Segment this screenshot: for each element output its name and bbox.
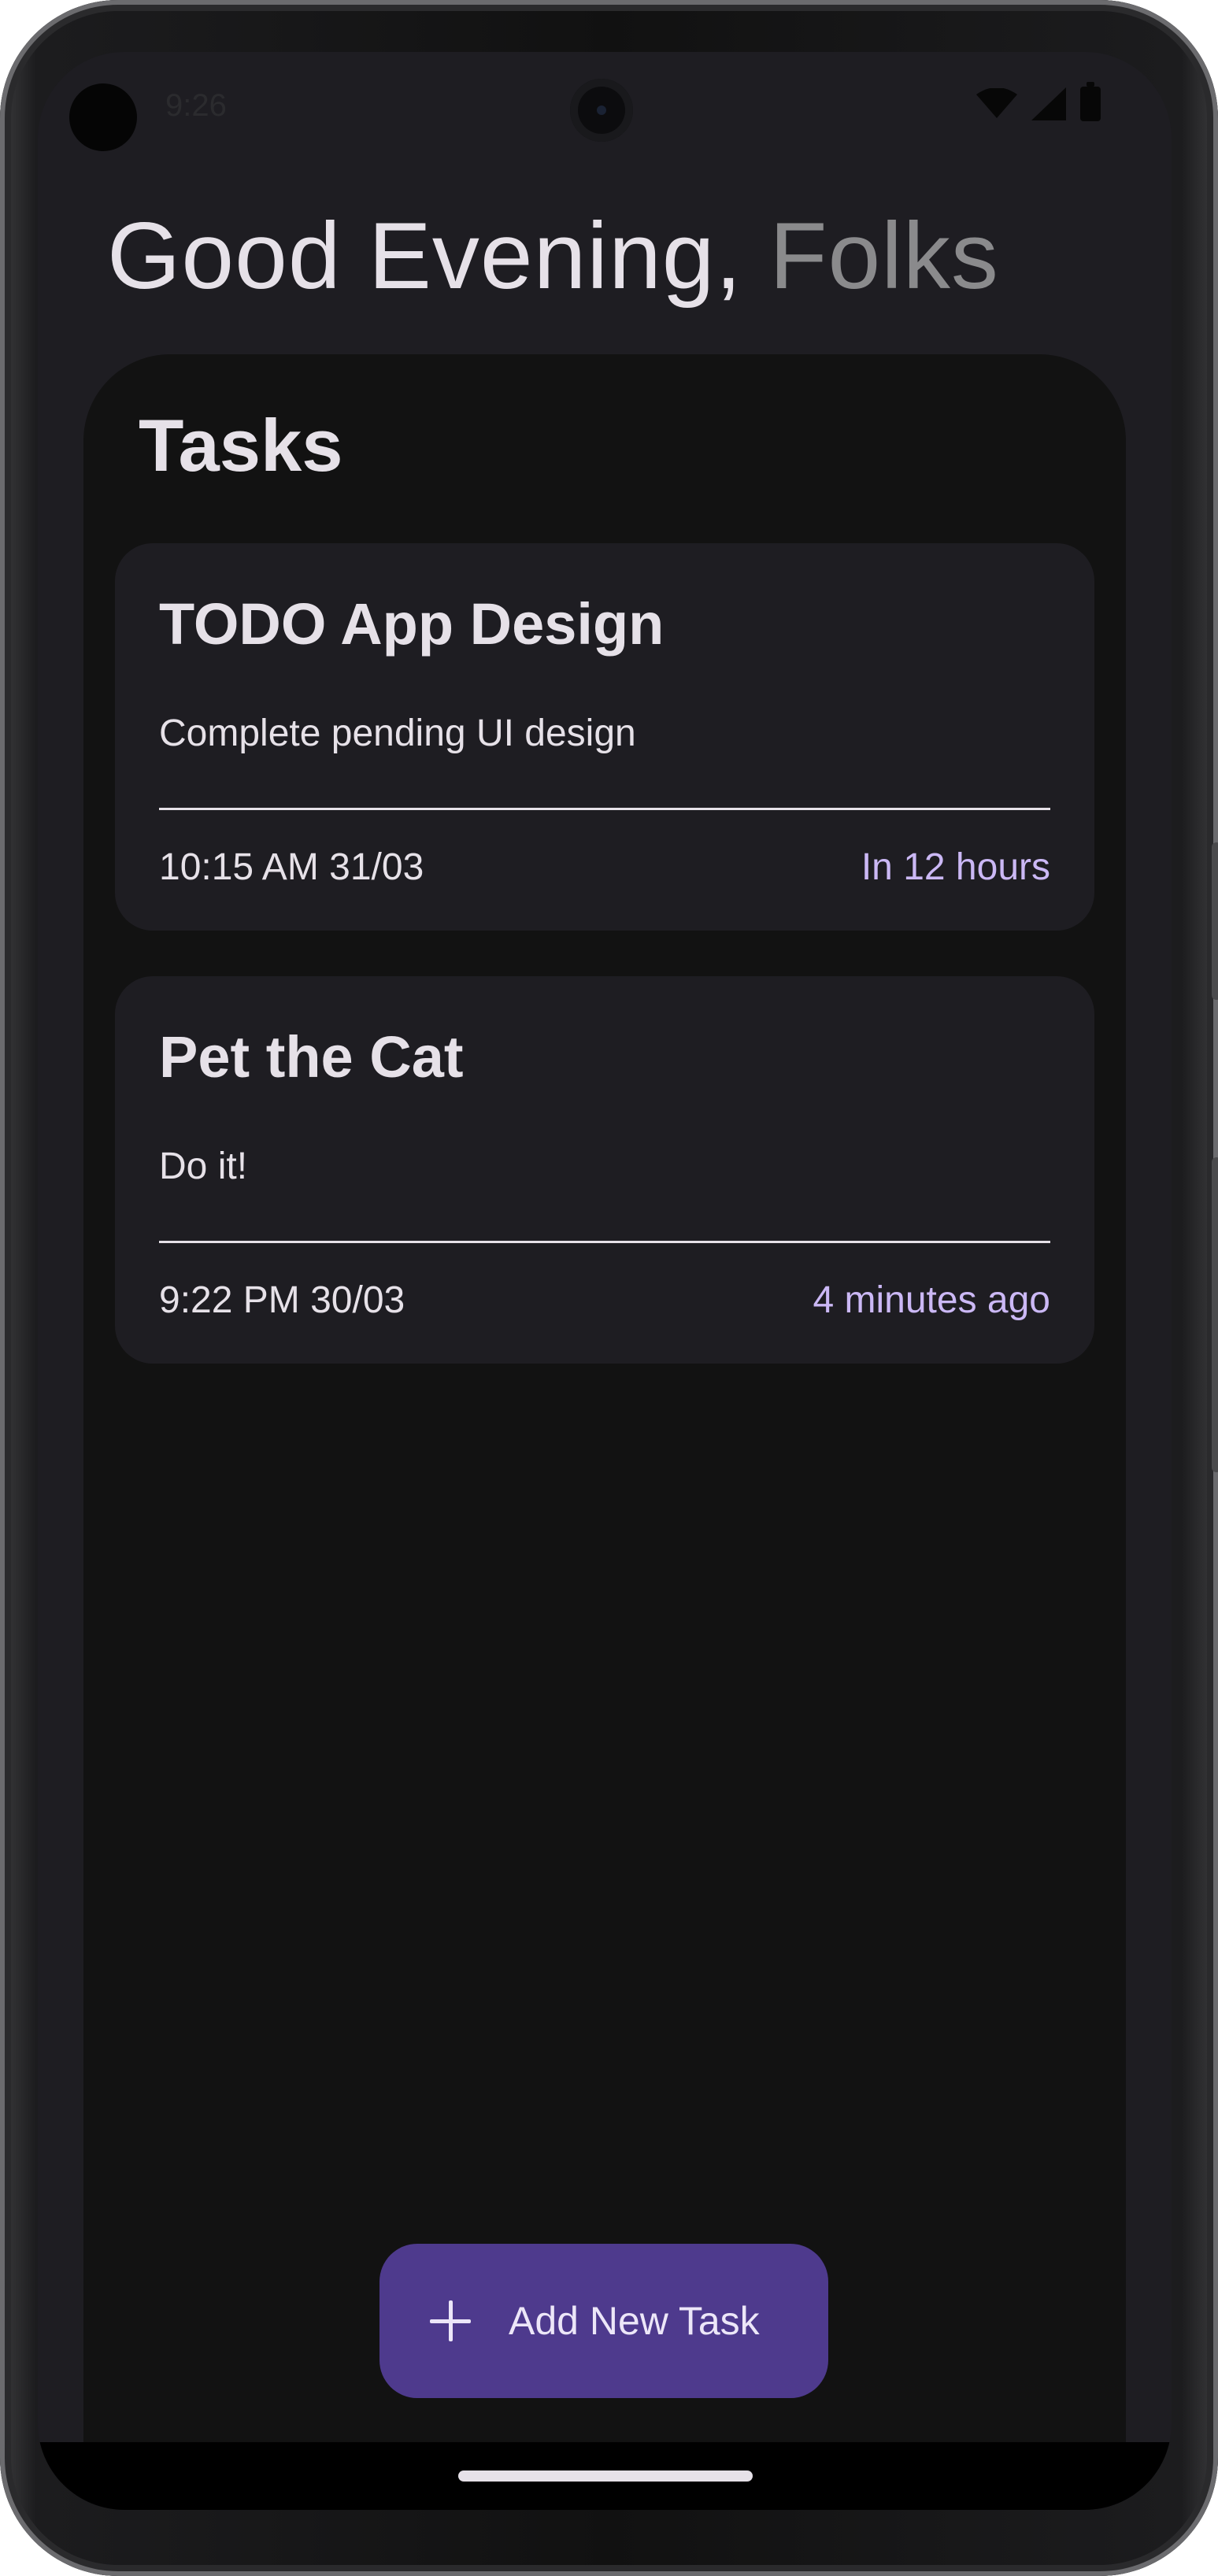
greeting-heading: Good Evening, Folks [107, 202, 999, 310]
add-new-task-label: Add New Task [509, 2299, 760, 2343]
task-divider [159, 1241, 1050, 1243]
status-indicator-icon [69, 83, 137, 151]
volume-button [1212, 842, 1218, 1000]
battery-icon [1080, 82, 1101, 121]
task-relative-time: 4 minutes ago [813, 1279, 1050, 1321]
app-screen: 9:26 Good Evening, Folks Tasks TODO App … [38, 52, 1172, 2510]
power-button [1212, 1157, 1218, 1472]
task-description: Complete pending UI design [159, 712, 636, 754]
task-card[interactable]: Pet the Cat Do it! 9:22 PM 30/03 4 minut… [115, 976, 1094, 1364]
task-datetime: 9:22 PM 30/03 [159, 1279, 405, 1321]
add-new-task-button[interactable]: Add New Task [379, 2244, 828, 2398]
phone-frame: 9:26 Good Evening, Folks Tasks TODO App … [0, 0, 1218, 2576]
plus-icon [428, 2299, 472, 2343]
home-gesture-handle[interactable] [458, 2471, 753, 2482]
camera-cutout [570, 79, 633, 142]
task-title: TODO App Design [159, 591, 665, 657]
task-divider [159, 808, 1050, 810]
greeting-salutation: Good Evening, [107, 203, 742, 309]
task-datetime: 10:15 AM 31/03 [159, 846, 424, 888]
status-bar: 9:26 [38, 52, 1172, 162]
tasks-title: Tasks [139, 404, 343, 487]
signal-icon [1031, 87, 1066, 120]
wifi-icon [976, 88, 1017, 118]
status-icons [976, 82, 1101, 121]
status-time: 9:26 [165, 88, 227, 123]
task-card[interactable]: TODO App Design Complete pending UI desi… [115, 543, 1094, 931]
greeting-name: Folks [769, 203, 999, 309]
task-relative-time: In 12 hours [861, 846, 1050, 888]
task-description: Do it! [159, 1146, 248, 1187]
task-title: Pet the Cat [159, 1024, 464, 1090]
